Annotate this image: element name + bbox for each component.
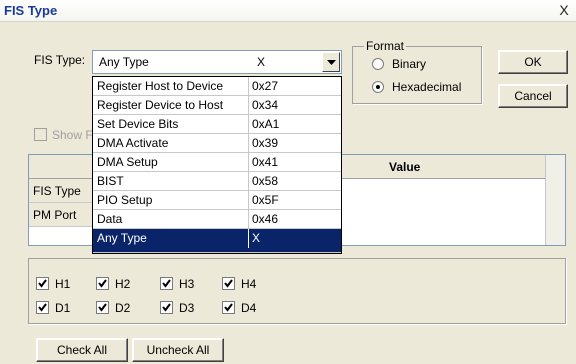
checkbox-h1-label: H1 [55,277,71,291]
dropdown-item[interactable]: PIO Setup 0x5F [93,191,341,210]
grid-value-header: Value [389,160,421,174]
checkbox-d4[interactable] [222,301,235,314]
format-binary-label: Binary [392,57,427,71]
checkbox-d2-label: D2 [115,301,131,315]
window-title: FIS Type [4,3,58,18]
format-group-title: Format [364,39,407,53]
format-hex-radio[interactable] [372,81,384,93]
port-checkbox-group [28,258,566,324]
dropdown-item[interactable]: Data 0x46 [93,210,341,229]
uncheck-all-button[interactable]: Uncheck All [132,338,224,362]
checkbox-h3[interactable] [160,277,173,290]
fis-type-selected-code: X [257,55,266,69]
checkbox-d2[interactable] [96,301,109,314]
checkbox-h3-label: H3 [179,277,195,291]
checkbox-h2[interactable] [96,277,109,290]
show-checkbox-label: Show F [52,128,93,142]
show-checkbox[interactable] [34,128,47,141]
fis-type-combo[interactable]: Any Type X [92,50,342,74]
format-group [352,46,482,104]
checkbox-h1[interactable] [36,277,49,290]
checkbox-h2-label: H2 [115,277,131,291]
grid-scrollbar[interactable] [545,155,565,245]
checkbox-h4[interactable] [222,277,235,290]
checkbox-d3[interactable] [160,301,173,314]
checkbox-d3-label: D3 [179,301,195,315]
dropdown-item[interactable]: Register Device to Host 0x34 [93,96,341,115]
fis-type-label: FIS Type: [34,53,86,67]
dropdown-item[interactable]: Register Host to Device 0x27 [93,77,341,96]
close-icon[interactable]: X [556,1,572,19]
cancel-button[interactable]: Cancel [498,84,568,108]
checkbox-d1-label: D1 [55,301,71,315]
format-hex-label: Hexadecimal [392,80,462,94]
title-bar: FIS Type X [0,0,576,22]
fis-type-selected-name: Any Type [99,55,149,69]
dropdown-item-selected[interactable]: Any Type X [93,229,341,253]
dropdown-item[interactable]: Set Device Bits 0xA1 [93,115,341,134]
checkbox-h4-label: H4 [241,277,257,291]
dropdown-item[interactable]: DMA Setup 0x41 [93,153,341,172]
checkbox-d1[interactable] [36,301,49,314]
format-binary-radio[interactable] [372,58,384,70]
ok-button[interactable]: OK [498,50,568,74]
fis-type-dropdown-list: Register Host to Device 0x27 Register De… [92,76,342,254]
checkbox-d4-label: D4 [241,301,257,315]
grid-row-label: FIS Type [29,179,93,203]
grid-row-label: PM Port [29,203,93,227]
dropdown-item[interactable]: DMA Activate 0x39 [93,134,341,153]
check-all-button[interactable]: Check All [36,338,128,362]
dropdown-item[interactable]: BIST 0x58 [93,172,341,191]
chevron-down-icon[interactable] [322,52,340,72]
